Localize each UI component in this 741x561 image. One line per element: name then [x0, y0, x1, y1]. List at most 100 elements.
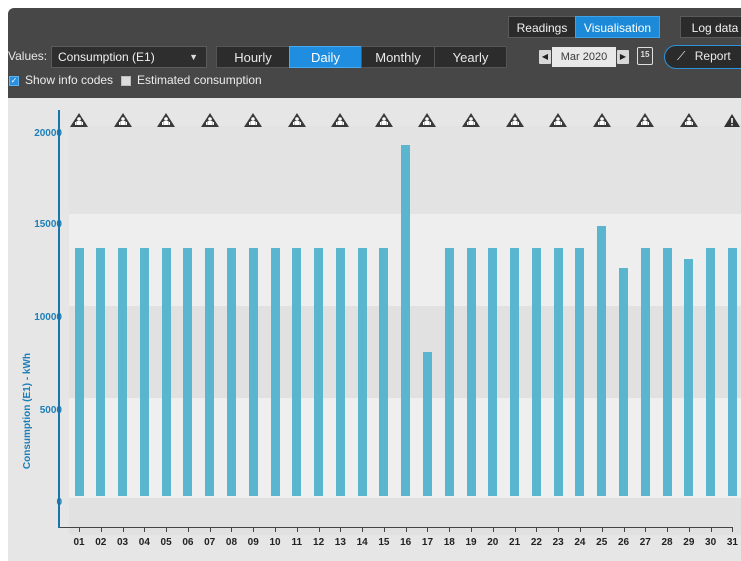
- x-tick-label: 04: [138, 537, 150, 548]
- period-daily-button[interactable]: Daily: [289, 46, 362, 68]
- person-warning-icon[interactable]: [417, 112, 437, 128]
- y-axis-line: [58, 110, 60, 528]
- x-tick-mark: [558, 527, 560, 532]
- x-tick-label: 21: [509, 537, 521, 548]
- y-tick-label: 20000: [34, 128, 62, 139]
- x-tick-label: 12: [313, 537, 325, 548]
- y-tick-label: 10000: [34, 312, 62, 323]
- x-tick-mark: [231, 527, 233, 532]
- x-tick-mark: [405, 527, 407, 532]
- chart-bar-30: [706, 248, 716, 496]
- x-tick-label: 19: [465, 537, 477, 548]
- chart-bar-23: [553, 248, 563, 496]
- x-tick-mark: [427, 527, 429, 532]
- x-tick-mark: [536, 527, 538, 532]
- date-display: Mar 2020: [552, 47, 616, 67]
- x-tick-mark: [732, 527, 734, 532]
- x-tick-mark: [579, 527, 581, 532]
- chart-bar-02: [96, 248, 106, 496]
- chart-bar-08: [226, 248, 236, 496]
- tab-visualisation[interactable]: Visualisation: [575, 16, 660, 38]
- x-tick-label: 30: [705, 537, 717, 548]
- x-tick-mark: [492, 527, 494, 532]
- values-select[interactable]: Consumption (E1) ▼: [51, 46, 207, 68]
- chart-bar-24: [575, 248, 585, 496]
- chart-bar-14: [357, 248, 367, 496]
- x-tick-mark: [601, 527, 603, 532]
- chart-bar-06: [183, 248, 193, 496]
- x-tick-label: 17: [421, 537, 434, 548]
- x-tick-label: 16: [400, 537, 412, 548]
- person-warning-icon[interactable]: [243, 112, 263, 128]
- x-tick-label: 02: [95, 537, 107, 548]
- x-tick-label: 09: [247, 537, 259, 548]
- report-button[interactable]: ⟋ Report: [664, 45, 741, 69]
- prev-month-icon[interactable]: ◀: [539, 50, 551, 64]
- person-warning-icon[interactable]: [635, 112, 655, 128]
- x-tick-mark: [514, 527, 516, 532]
- person-warning-icon[interactable]: [113, 112, 133, 128]
- y-tick-label: 0: [10, 497, 62, 508]
- chart-bar-27: [640, 248, 650, 496]
- person-warning-icon[interactable]: [69, 112, 89, 128]
- estimated-consumption-label: Estimated consumption: [137, 73, 262, 87]
- period-hourly-button[interactable]: Hourly: [216, 46, 290, 68]
- tab-readings[interactable]: Readings: [508, 16, 576, 38]
- person-warning-icon[interactable]: [287, 112, 307, 128]
- chart-bar-15: [379, 248, 389, 496]
- x-tick-label: 01: [73, 537, 85, 548]
- person-warning-icon[interactable]: [679, 112, 699, 128]
- x-tick-mark: [275, 527, 277, 532]
- chart-bar-04: [139, 248, 149, 496]
- x-tick-label: 25: [596, 537, 608, 548]
- x-tick-label: 05: [160, 537, 172, 548]
- x-tick-mark: [122, 527, 124, 532]
- chevron-down-icon: ▼: [189, 52, 198, 62]
- x-tick-label: 18: [443, 537, 455, 548]
- next-month-icon[interactable]: ▶: [617, 50, 629, 64]
- y-tick-label: 15000: [34, 219, 62, 230]
- x-tick-mark: [362, 527, 364, 532]
- x-axis-line: [60, 527, 733, 528]
- chart-bar-31: [727, 248, 737, 496]
- x-tick-mark: [667, 527, 669, 532]
- chart-bar-07: [205, 248, 215, 496]
- show-info-codes-checkbox[interactable]: ✓: [9, 76, 19, 86]
- x-tick-label: 29: [683, 537, 695, 548]
- tab-log-data[interactable]: Log data: [680, 16, 741, 38]
- x-tick-label: 27: [639, 537, 651, 548]
- x-tick-label: 14: [356, 537, 368, 548]
- calendar-icon[interactable]: 15: [637, 47, 653, 65]
- person-warning-icon[interactable]: [548, 112, 568, 128]
- x-tick-mark: [100, 527, 102, 532]
- chart-bar-21: [510, 248, 520, 496]
- x-tick-mark: [340, 527, 342, 532]
- chart-bar-28: [662, 248, 672, 496]
- x-tick-mark: [209, 527, 211, 532]
- person-warning-icon[interactable]: [592, 112, 612, 128]
- x-tick-label: 10: [269, 537, 281, 548]
- x-tick-mark: [645, 527, 647, 532]
- chart-bar-19: [466, 248, 476, 496]
- chart-bar-25: [597, 225, 607, 496]
- estimated-consumption-checkbox[interactable]: [121, 76, 131, 86]
- chart-bar-18: [444, 248, 454, 496]
- x-tick-label: 23: [552, 537, 564, 548]
- period-yearly-button[interactable]: Yearly: [434, 46, 507, 68]
- period-monthly-button[interactable]: Monthly: [361, 46, 435, 68]
- person-warning-icon[interactable]: [374, 112, 394, 128]
- person-warning-icon[interactable]: [330, 112, 350, 128]
- x-tick-mark: [296, 527, 298, 532]
- x-tick-label: 26: [617, 537, 630, 548]
- x-tick-mark: [383, 527, 385, 532]
- person-warning-icon[interactable]: [200, 112, 220, 128]
- x-tick-label: 03: [116, 537, 129, 548]
- warning-triangle-icon[interactable]: [722, 112, 741, 128]
- person-warning-icon[interactable]: [505, 112, 525, 128]
- x-tick-label: 20: [487, 537, 499, 548]
- x-tick-mark: [318, 527, 320, 532]
- person-warning-icon[interactable]: [461, 112, 481, 128]
- line-chart-icon: ⟋: [677, 49, 686, 63]
- values-label: Values:: [8, 49, 48, 63]
- person-warning-icon[interactable]: [156, 112, 176, 128]
